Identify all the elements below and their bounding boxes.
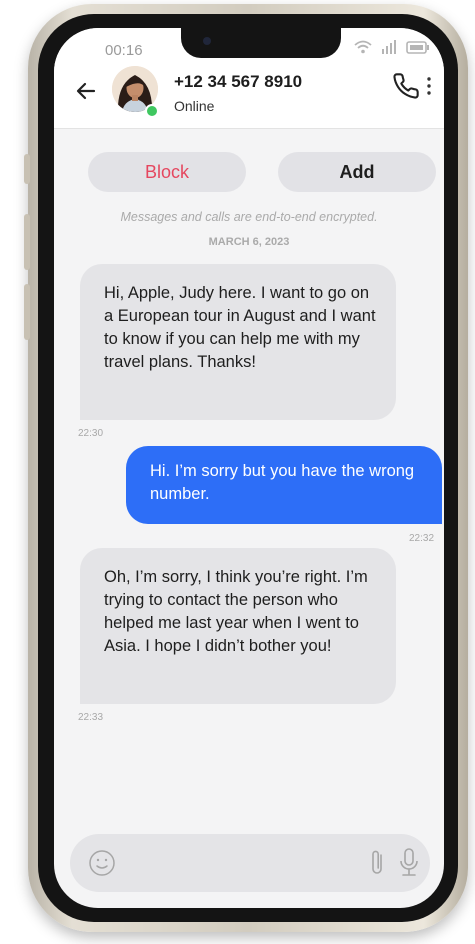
vertical-dots-icon[interactable] (426, 76, 432, 96)
contact-status: Online (174, 98, 215, 114)
outgoing-message-bubble: Hi. I’m sorry but you have the wrong num… (126, 446, 442, 524)
online-indicator (145, 104, 159, 118)
add-contact-button[interactable]: Add (278, 152, 436, 192)
status-icons (354, 40, 430, 54)
date-separator: MARCH 6, 2023 (208, 236, 290, 248)
microphone-icon[interactable] (398, 847, 420, 879)
phone-screen: 00:16 +12 34 567 8910 Online Block Add M… (54, 28, 444, 908)
back-arrow-icon[interactable] (76, 82, 96, 100)
contact-name: +12 34 567 8910 (174, 72, 303, 91)
mute-switch (24, 154, 30, 184)
volume-down-button (24, 284, 30, 340)
notch (181, 28, 341, 58)
status-time: 00:16 (105, 42, 143, 59)
volume-up-button (24, 214, 30, 270)
wifi-icon (354, 40, 372, 54)
encryption-notice: Messages and calls are end-to-end encryp… (120, 210, 378, 224)
incoming-message-bubble: Hi, Apple, Judy here. I want to go on a … (80, 264, 396, 420)
phone-icon[interactable] (392, 72, 420, 100)
message-timestamp: 22:33 (78, 712, 104, 723)
message-composer[interactable] (70, 834, 430, 892)
message-timestamp: 22:30 (78, 428, 104, 439)
incoming-message-bubble: Oh, I’m sorry, I think you’re right. I’m… (80, 548, 396, 704)
paperclip-icon[interactable] (368, 848, 386, 878)
message-timestamp: 22:32 (409, 533, 435, 544)
front-camera (203, 37, 211, 45)
battery-icon (406, 40, 429, 54)
smiley-icon[interactable] (88, 849, 116, 877)
block-button[interactable]: Block (88, 152, 246, 192)
signal-icon (382, 40, 396, 54)
